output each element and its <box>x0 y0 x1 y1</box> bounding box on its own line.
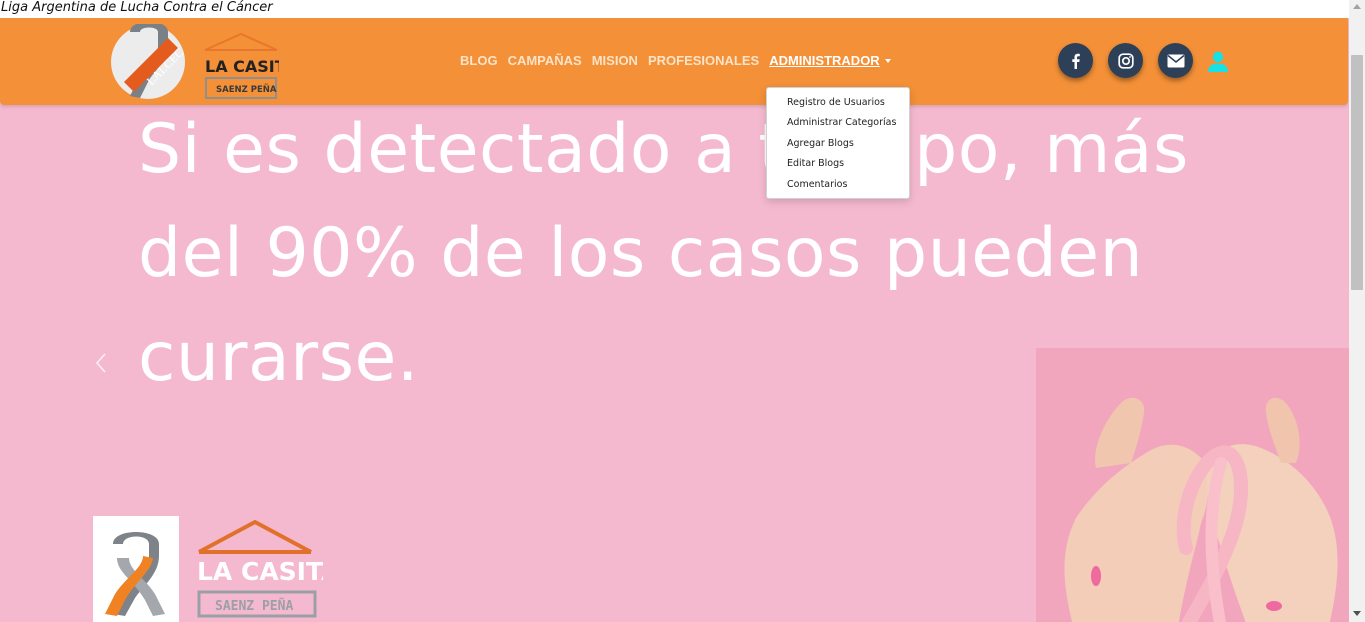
carousel-prev-button[interactable] <box>86 343 116 383</box>
bottom-logo-subtitle: SAENZ PEÑA <box>215 598 293 614</box>
nav-link-blog[interactable]: BLOG <box>460 53 498 68</box>
nav-link-profesionales[interactable]: PROFESIONALES <box>648 53 759 68</box>
page-scrollbar[interactable] <box>1349 0 1365 622</box>
hero-carousel: Si es detectado a tiempo, más del 90% de… <box>0 18 1349 622</box>
nav-link-campanas[interactable]: CAMPAÑAS <box>508 53 582 68</box>
nav-logo-subtitle: SAENZ PEÑA <box>216 84 277 95</box>
main-nav: BLOG CAMPAÑAS MISION PROFESIONALES ADMIN… <box>460 53 901 68</box>
bottom-logo-title: LA CASITA <box>197 557 323 586</box>
hands-ribbon-image <box>1036 348 1349 622</box>
instagram-button[interactable] <box>1108 43 1143 78</box>
caret-down-icon <box>884 58 891 63</box>
lalcec-logo[interactable]: LALCEC <box>110 21 187 100</box>
scroll-down-arrow-icon[interactable] <box>1353 611 1361 616</box>
dropdown-item-administrar-categorias[interactable]: Administrar Categorías <box>767 115 909 135</box>
bottom-lacasita-logo: LA CASITA SAENZ PEÑA <box>93 516 341 622</box>
email-button[interactable] <box>1158 43 1193 78</box>
dropdown-item-agregar-blogs[interactable]: Agregar Blogs <box>767 136 909 156</box>
scroll-thumb[interactable] <box>1351 55 1363 290</box>
envelope-icon <box>1167 54 1184 67</box>
dropdown-item-comentarios[interactable]: Comentarios <box>767 177 909 197</box>
facebook-icon <box>1071 53 1080 69</box>
navbar: LALCEC LA CASITA SAENZ PEÑA BLOG CAMPAÑA… <box>0 18 1348 105</box>
user-icon <box>1208 51 1228 72</box>
dropdown-item-editar-blogs[interactable]: Editar Blogs <box>767 156 909 176</box>
hero-line-2: del 90% de los casos pueden <box>138 214 1144 293</box>
administrador-dropdown-menu: Registro de Usuarios Administrar Categor… <box>766 87 910 199</box>
scroll-up-arrow-icon[interactable] <box>1353 4 1361 9</box>
user-account-button[interactable] <box>1207 51 1229 73</box>
nav-link-mision[interactable]: MISION <box>592 53 638 68</box>
site-caption: Liga Argentina de Lucha Contra el Cáncer <box>0 0 1349 18</box>
lacasita-logo[interactable]: LA CASITA SAENZ PEÑA <box>203 32 297 100</box>
nav-logo-title: LA CASITA <box>205 57 279 76</box>
instagram-icon <box>1117 52 1134 69</box>
chevron-left-icon <box>95 353 106 373</box>
facebook-button[interactable] <box>1058 43 1093 78</box>
administrador-label: ADMINISTRADOR <box>769 53 880 68</box>
hero-line-1: Si es detectado a tiempo, más <box>138 110 1189 189</box>
nav-link-administrador[interactable]: ADMINISTRADOR <box>769 53 891 68</box>
dropdown-item-registro-usuarios[interactable]: Registro de Usuarios <box>767 95 909 115</box>
